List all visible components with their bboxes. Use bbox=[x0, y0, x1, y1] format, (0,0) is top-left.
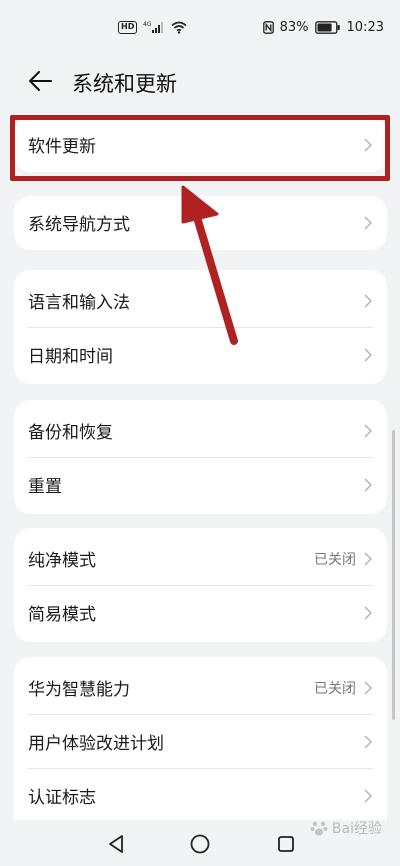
hd-badge: HD bbox=[118, 20, 138, 34]
row-status-value: 已关闭 bbox=[314, 680, 356, 697]
row-label: 华为智慧能力 bbox=[28, 680, 130, 700]
back-arrow-icon bbox=[29, 71, 52, 91]
paw-logo-icon bbox=[310, 821, 328, 836]
square-recents-icon bbox=[278, 836, 294, 852]
row-date-time[interactable]: 日期和时间 bbox=[14, 328, 387, 381]
settings-card-language: 语言和输入法 日期和时间 bbox=[14, 270, 387, 384]
wifi-icon bbox=[171, 21, 187, 34]
scrollbar[interactable] bbox=[392, 430, 395, 720]
nav-home-button[interactable] bbox=[188, 832, 212, 856]
row-simple-mode[interactable]: 简易模式 bbox=[14, 586, 387, 639]
row-certification-logos[interactable]: 认证标志 bbox=[14, 769, 387, 820]
page-title: 系统和更新 bbox=[72, 72, 177, 96]
row-user-experience-program[interactable]: 用户体验改进计划 bbox=[14, 715, 387, 768]
row-backup-restore[interactable]: 备份和恢复 bbox=[14, 404, 387, 457]
chevron-right-icon bbox=[364, 478, 373, 492]
row-label: 简易模式 bbox=[28, 605, 96, 625]
status-center: HD 4G bbox=[118, 20, 187, 34]
svg-text:4G: 4G bbox=[143, 21, 152, 28]
status-bar: HD 4G 83% 10:23 bbox=[0, 0, 400, 58]
nav-recents-button[interactable] bbox=[274, 832, 298, 856]
chevron-right-icon bbox=[364, 552, 373, 566]
circle-home-icon bbox=[190, 834, 210, 854]
chevron-right-icon bbox=[364, 216, 373, 230]
row-pure-mode[interactable]: 纯净模式 已关闭 bbox=[14, 532, 387, 585]
app-header: 系统和更新 bbox=[0, 58, 400, 104]
status-right: 83% 10:23 bbox=[262, 20, 384, 35]
row-label: 日期和时间 bbox=[28, 347, 113, 367]
row-label: 备份和恢复 bbox=[28, 423, 113, 443]
row-label: 重置 bbox=[28, 477, 62, 497]
cellular-signal-icon: 4G bbox=[143, 21, 164, 33]
row-language-input[interactable]: 语言和输入法 bbox=[14, 274, 387, 327]
back-button[interactable] bbox=[24, 66, 56, 96]
row-label: 语言和输入法 bbox=[28, 293, 130, 313]
watermark-text: Bai经验 bbox=[331, 821, 382, 837]
battery-percent: 83% bbox=[279, 20, 309, 35]
chevron-right-icon bbox=[364, 294, 373, 308]
clock: 10:23 bbox=[346, 20, 384, 35]
chevron-right-icon bbox=[364, 606, 373, 620]
settings-card-backup: 备份和恢复 重置 bbox=[14, 400, 387, 514]
row-label: 认证标志 bbox=[28, 788, 96, 808]
nfc-icon bbox=[262, 21, 274, 34]
chevron-right-icon bbox=[364, 789, 373, 803]
row-label: 纯净模式 bbox=[28, 551, 96, 571]
battery-icon bbox=[314, 21, 340, 34]
watermark: Bai经验 bbox=[309, 818, 382, 838]
settings-card-navigation: 系统导航方式 bbox=[14, 196, 387, 250]
triangle-back-icon bbox=[109, 835, 123, 853]
chevron-right-icon bbox=[364, 681, 373, 695]
chevron-right-icon bbox=[364, 348, 373, 362]
row-system-navigation[interactable]: 系统导航方式 bbox=[14, 196, 387, 249]
settings-card-modes: 纯净模式 已关闭 简易模式 bbox=[14, 528, 387, 642]
settings-list[interactable]: 软件更新 系统导航方式 语言和输入法 日期和时间 备份和恢复 重置 纯净模式 已… bbox=[0, 108, 400, 820]
row-huawei-intelligence[interactable]: 华为智慧能力 已关闭 bbox=[14, 661, 387, 714]
row-label: 用户体验改进计划 bbox=[28, 734, 164, 754]
settings-card-intelligence: 华为智慧能力 已关闭 用户体验改进计划 认证标志 bbox=[14, 657, 387, 820]
row-status-value: 已关闭 bbox=[314, 551, 356, 568]
row-label: 系统导航方式 bbox=[28, 215, 130, 235]
chevron-right-icon bbox=[364, 735, 373, 749]
chevron-right-icon bbox=[364, 424, 373, 438]
highlight-box bbox=[10, 115, 390, 181]
row-reset[interactable]: 重置 bbox=[14, 458, 387, 511]
nav-back-button[interactable] bbox=[104, 832, 128, 856]
